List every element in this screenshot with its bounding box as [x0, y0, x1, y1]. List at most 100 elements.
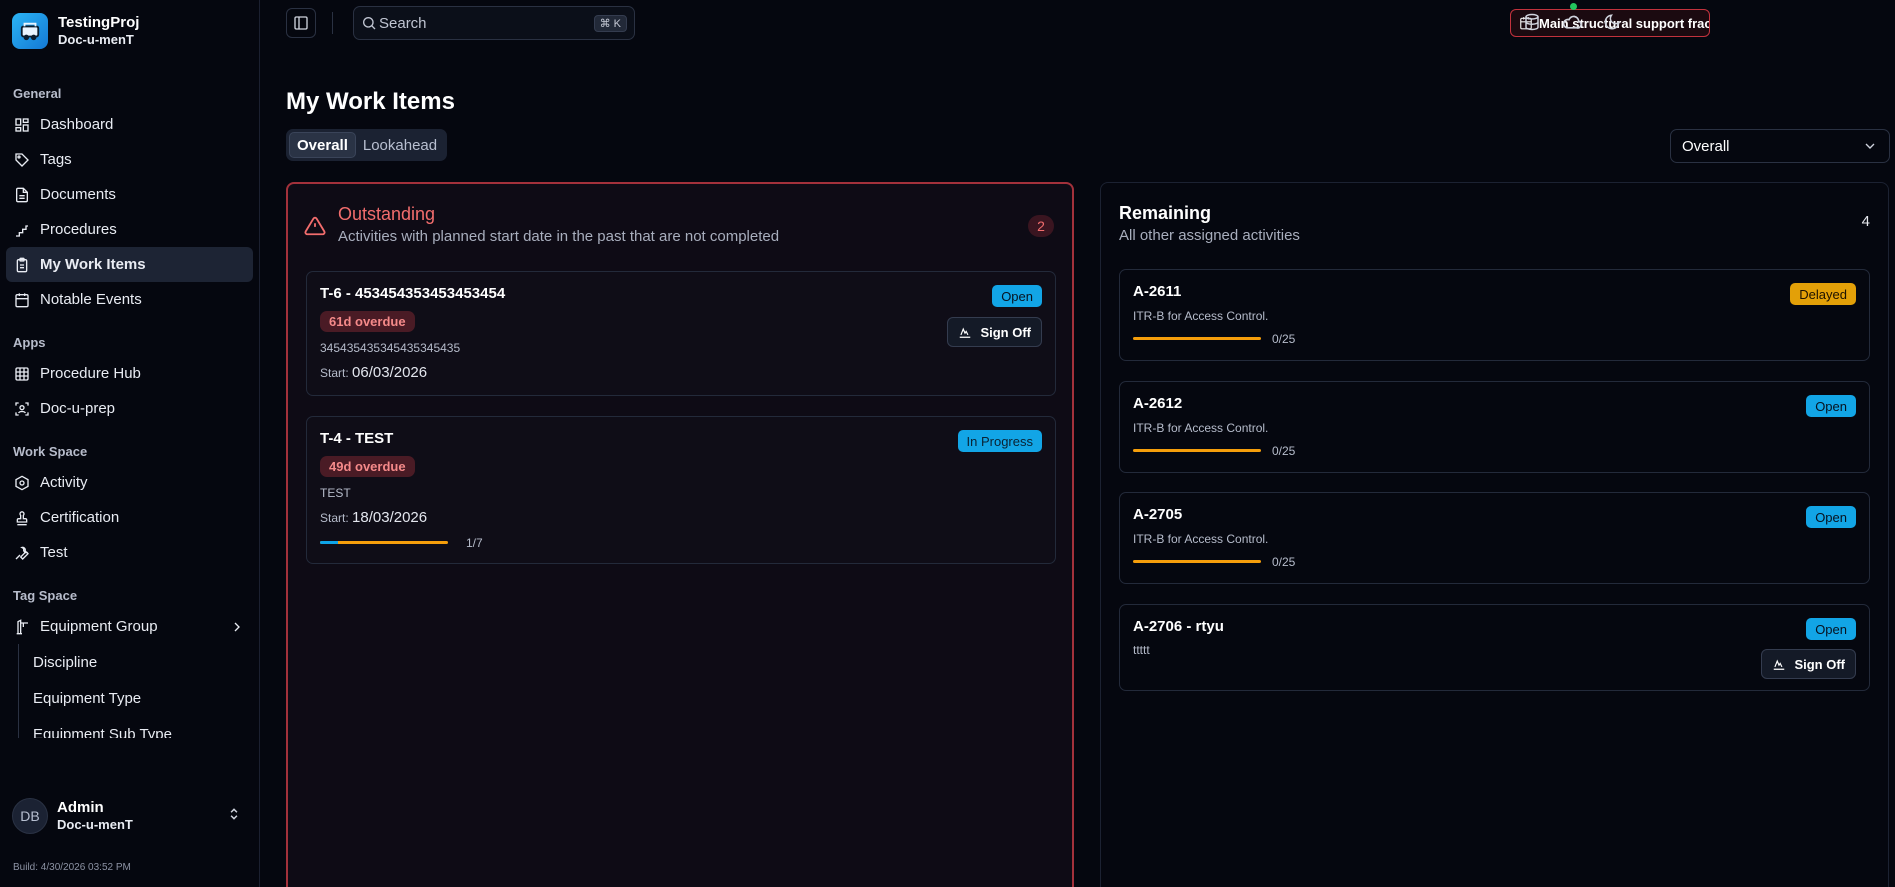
status-badge: Delayed [1790, 283, 1856, 305]
stairs-icon [14, 222, 30, 238]
status-badge: Open [1806, 506, 1856, 528]
remaining-title: Remaining [1119, 203, 1212, 223]
work-item-title: A-2705 [1133, 506, 1183, 523]
sidebar-item-activity[interactable]: Activity [6, 465, 253, 500]
remaining-panel: Remaining All other assigned activities … [1100, 182, 1889, 887]
clipboard-icon [14, 257, 30, 273]
status-badge: Open [992, 285, 1042, 307]
work-item-card[interactable]: A-2706 - rtyu ttttt Open Sign Off [1119, 604, 1870, 691]
sidebar-item-tags[interactable]: Tags [6, 142, 253, 177]
sidebar-item-notable-events[interactable]: Notable Events [6, 282, 253, 317]
panel-left-icon [294, 16, 308, 30]
sidebar-subitem-discipline[interactable]: Discipline [33, 644, 259, 680]
sign-off-button[interactable]: Sign Off [1761, 649, 1856, 679]
work-item-start: Start: 06/03/2026 [320, 364, 427, 381]
work-item-title: T-6 - 453454353453453454 [320, 285, 506, 302]
sidebar-item-label: Dashboard [40, 116, 114, 133]
sidebar-item-label: Procedure Hub [40, 365, 141, 382]
hexagon-icon [14, 475, 30, 491]
work-item-title: A-2611 [1133, 283, 1182, 300]
work-item-card[interactable]: A-2705 ITR-B for Access Control. Open 0/… [1119, 492, 1870, 584]
project-logo-icon [12, 13, 48, 49]
work-item-start: Start: 18/03/2026 [320, 509, 427, 526]
cloud-icon[interactable] [1561, 11, 1583, 33]
sidebar-subitem-equipment-sub-type[interactable]: Equipment Sub Type [33, 716, 259, 738]
sidebar: TestingProj Doc-u-menT General Dashboard… [0, 0, 260, 887]
signature-icon [1772, 657, 1786, 671]
document-icon [14, 187, 30, 203]
work-item-card[interactable]: T-6 - 453454353453453454 61d overdue 345… [306, 271, 1056, 396]
sign-off-label: Sign Off [1794, 656, 1845, 672]
work-item-card[interactable]: T-4 - TEST 49d overdue TEST Start: 18/03… [306, 416, 1056, 564]
work-item-title: A-2706 - rtyu [1133, 618, 1224, 635]
sidebar-item-equipment-group[interactable]: Equipment Group [6, 609, 253, 644]
remaining-count: 4 [1861, 213, 1870, 230]
remaining-subtitle: All other assigned activities [1119, 227, 1300, 244]
sidebar-item-label: Doc-u-prep [40, 400, 116, 417]
search-placeholder: Search [379, 14, 427, 32]
user-menu[interactable]: DB Admin Doc-u-menT [0, 798, 259, 834]
sidebar-item-dashboard[interactable]: Dashboard [6, 107, 253, 142]
filter-select-value: Overall [1682, 137, 1730, 155]
org-name: Doc-u-menT [58, 32, 134, 47]
sidebar-item-my-work-items[interactable]: My Work Items [6, 247, 253, 282]
outstanding-subtitle: Activities with planned start date in th… [338, 228, 780, 245]
overdue-badge: 61d overdue [320, 311, 415, 332]
calendar-icon [14, 292, 30, 308]
outstanding-panel: Outstanding Activities with planned star… [286, 182, 1074, 887]
divider [332, 12, 333, 34]
overdue-badge: 49d overdue [320, 456, 415, 477]
sidebar-subitem-equipment-type[interactable]: Equipment Type [33, 680, 259, 716]
sidebar-item-label: Equipment Group [40, 618, 158, 635]
status-badge: In Progress [957, 430, 1042, 452]
work-item-description: 345435435345435345435 [320, 341, 461, 355]
stamp-icon [14, 510, 30, 526]
work-item-description: ITR-B for Access Control. [1133, 309, 1269, 323]
topbar: Search ⌘ K Main structural support fract… [260, 0, 1895, 46]
sidebar-item-label: Test [40, 544, 68, 561]
sidebar-item-procedure-hub[interactable]: Procedure Hub [6, 356, 253, 391]
progress-value: 0/25 [1272, 332, 1296, 346]
crane-icon [14, 618, 30, 635]
project-switcher[interactable]: TestingProj Doc-u-menT [0, 0, 259, 62]
moon-icon[interactable] [1601, 11, 1623, 33]
filter-select[interactable]: Overall [1670, 129, 1890, 163]
start-date: 18/03/2026 [352, 509, 428, 526]
progress-value: 0/25 [1272, 444, 1296, 458]
start-label: Start: [320, 511, 349, 525]
view-tabs: Overall Lookahead [286, 129, 448, 161]
alert-triangle-icon [304, 215, 326, 242]
database-icon[interactable] [1521, 11, 1543, 33]
sign-off-button[interactable]: Sign Off [947, 317, 1042, 347]
progress-bar [320, 541, 448, 544]
tab-lookahead[interactable]: Lookahead [356, 132, 444, 158]
chevron-right-icon[interactable] [229, 619, 245, 635]
sidebar-toggle-button[interactable] [286, 8, 316, 38]
work-item-card[interactable]: A-2611 ITR-B for Access Control. Delayed… [1119, 269, 1870, 361]
dashboard-icon [14, 117, 30, 133]
sidebar-item-procedures[interactable]: Procedures [6, 212, 253, 247]
build-info: Build: 4/30/2026 03:52 PM [13, 862, 131, 873]
sidebar-item-documents[interactable]: Documents [6, 177, 253, 212]
sidebar-item-doc-u-prep[interactable]: Doc-u-prep [6, 391, 253, 426]
section-label-tag-space: Tag Space [13, 588, 78, 603]
avatar: DB [12, 798, 48, 834]
tab-overall[interactable]: Overall [289, 132, 356, 158]
work-item-title: A-2612 [1133, 395, 1183, 412]
work-item-description: ITR-B for Access Control. [1133, 421, 1269, 435]
search-input[interactable]: Search ⌘ K [353, 6, 635, 40]
sidebar-item-label: My Work Items [40, 256, 146, 273]
user-name: Admin [57, 799, 104, 816]
outstanding-count-badge: 2 [1028, 215, 1054, 237]
tag-icon [14, 152, 30, 168]
chevrons-up-down-icon[interactable] [227, 807, 241, 826]
sign-off-label: Sign Off [980, 324, 1031, 340]
project-name: TestingProj [58, 14, 140, 31]
page-title: My Work Items [286, 88, 455, 115]
work-item-card[interactable]: A-2612 ITR-B for Access Control. Open 0/… [1119, 381, 1870, 473]
sidebar-item-label: Certification [40, 509, 120, 526]
sidebar-item-test[interactable]: Test [6, 535, 253, 570]
wrench-icon [14, 545, 30, 561]
sidebar-item-certification[interactable]: Certification [6, 500, 253, 535]
sidebar-item-label: Documents [40, 186, 116, 203]
